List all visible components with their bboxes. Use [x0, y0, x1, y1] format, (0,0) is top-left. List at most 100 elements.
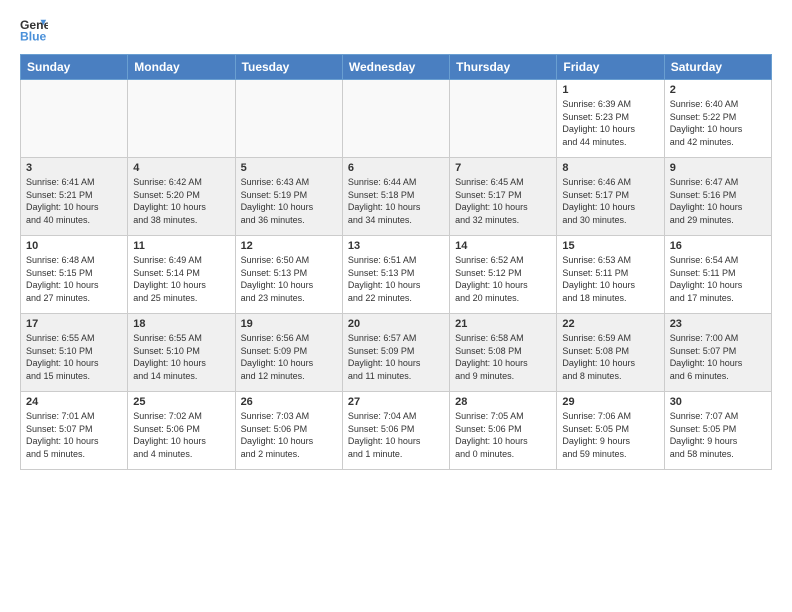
day-info: Sunrise: 6:56 AM Sunset: 5:09 PM Dayligh… [241, 332, 337, 382]
calendar-cell: 3 Sunrise: 6:41 AM Sunset: 5:21 PM Daylig… [21, 158, 128, 236]
calendar-cell: 29 Sunrise: 7:06 AM Sunset: 5:05 PM Dayli… [557, 392, 664, 470]
calendar-cell: 28 Sunrise: 7:05 AM Sunset: 5:06 PM Dayli… [450, 392, 557, 470]
day-info: Sunrise: 6:44 AM Sunset: 5:18 PM Dayligh… [348, 176, 444, 226]
day-number: 21 [455, 318, 551, 330]
day-number: 29 [562, 396, 658, 408]
day-info: Sunrise: 7:07 AM Sunset: 5:05 PM Dayligh… [670, 410, 766, 460]
calendar-cell: 7Sunrise: 6:45 AM Sunset: 5:17 PM Daylig… [450, 158, 557, 236]
calendar-cell: 11 Sunrise: 6:49 AM Sunset: 5:14 PM Dayli… [128, 236, 235, 314]
weekday-header-wednesday: Wednesday [342, 55, 449, 80]
calendar-cell: 19 Sunrise: 6:56 AM Sunset: 5:09 PM Dayli… [235, 314, 342, 392]
calendar-table: SundayMondayTuesdayWednesdayThursdayFrid… [20, 54, 772, 470]
day-info: Sunrise: 6:40 AM Sunset: 5:22 PM Dayligh… [670, 98, 766, 148]
day-info: Sunrise: 6:55 AM Sunset: 5:10 PM Dayligh… [26, 332, 122, 382]
calendar-cell: 1Sunrise: 6:39 AM Sunset: 5:23 PM Daylig… [557, 80, 664, 158]
day-number: 24 [26, 396, 122, 408]
calendar-cell: 27 Sunrise: 7:04 AM Sunset: 5:06 PM Dayli… [342, 392, 449, 470]
calendar-cell: 30 Sunrise: 7:07 AM Sunset: 5:05 PM Dayli… [664, 392, 771, 470]
day-info: Sunrise: 7:02 AM Sunset: 5:06 PM Dayligh… [133, 410, 229, 460]
calendar-cell: 12 Sunrise: 6:50 AM Sunset: 5:13 PM Dayli… [235, 236, 342, 314]
day-info: Sunrise: 6:59 AM Sunset: 5:08 PM Dayligh… [562, 332, 658, 382]
day-info: Sunrise: 6:49 AM Sunset: 5:14 PM Dayligh… [133, 254, 229, 304]
day-info: Sunrise: 6:41 AM Sunset: 5:21 PM Dayligh… [26, 176, 122, 226]
calendar-cell: 13 Sunrise: 6:51 AM Sunset: 5:13 PM Dayli… [342, 236, 449, 314]
calendar-cell: 23 Sunrise: 7:00 AM Sunset: 5:07 PM Dayli… [664, 314, 771, 392]
day-number: 5 [241, 162, 337, 174]
logo: General Blue [20, 16, 48, 44]
day-info: Sunrise: 6:42 AM Sunset: 5:20 PM Dayligh… [133, 176, 229, 226]
day-number: 10 [26, 240, 122, 252]
day-info: Sunrise: 6:43 AM Sunset: 5:19 PM Dayligh… [241, 176, 337, 226]
day-number: 27 [348, 396, 444, 408]
day-number: 14 [455, 240, 551, 252]
day-number: 12 [241, 240, 337, 252]
calendar-cell: 16Sunrise: 6:54 AM Sunset: 5:11 PM Dayli… [664, 236, 771, 314]
day-number: 6 [348, 162, 444, 174]
weekday-header-thursday: Thursday [450, 55, 557, 80]
day-number: 30 [670, 396, 766, 408]
weekday-header-saturday: Saturday [664, 55, 771, 80]
calendar-cell: 22 Sunrise: 6:59 AM Sunset: 5:08 PM Dayli… [557, 314, 664, 392]
day-number: 3 [26, 162, 122, 174]
day-info: Sunrise: 6:50 AM Sunset: 5:13 PM Dayligh… [241, 254, 337, 304]
calendar-cell: 4 Sunrise: 6:42 AM Sunset: 5:20 PM Daylig… [128, 158, 235, 236]
calendar-cell: 18 Sunrise: 6:55 AM Sunset: 5:10 PM Dayli… [128, 314, 235, 392]
day-info: Sunrise: 6:55 AM Sunset: 5:10 PM Dayligh… [133, 332, 229, 382]
day-number: 22 [562, 318, 658, 330]
day-info: Sunrise: 6:45 AM Sunset: 5:17 PM Dayligh… [455, 176, 551, 226]
day-info: Sunrise: 6:48 AM Sunset: 5:15 PM Dayligh… [26, 254, 122, 304]
day-info: Sunrise: 7:00 AM Sunset: 5:07 PM Dayligh… [670, 332, 766, 382]
day-number: 28 [455, 396, 551, 408]
day-number: 15 [562, 240, 658, 252]
day-number: 11 [133, 240, 229, 252]
day-info: Sunrise: 7:03 AM Sunset: 5:06 PM Dayligh… [241, 410, 337, 460]
weekday-header-monday: Monday [128, 55, 235, 80]
day-number: 26 [241, 396, 337, 408]
day-number: 4 [133, 162, 229, 174]
day-info: Sunrise: 6:52 AM Sunset: 5:12 PM Dayligh… [455, 254, 551, 304]
day-info: Sunrise: 6:53 AM Sunset: 5:11 PM Dayligh… [562, 254, 658, 304]
svg-text:Blue: Blue [20, 29, 47, 43]
calendar-cell: 21 Sunrise: 6:58 AM Sunset: 5:08 PM Dayli… [450, 314, 557, 392]
day-number: 16 [670, 240, 766, 252]
calendar-cell: 9 Sunrise: 6:47 AM Sunset: 5:16 PM Daylig… [664, 158, 771, 236]
weekday-header-sunday: Sunday [21, 55, 128, 80]
day-number: 25 [133, 396, 229, 408]
day-number: 2 [670, 84, 766, 96]
calendar-cell: 25 Sunrise: 7:02 AM Sunset: 5:06 PM Dayli… [128, 392, 235, 470]
day-number: 17 [26, 318, 122, 330]
calendar-cell [235, 80, 342, 158]
day-number: 23 [670, 318, 766, 330]
logo-icon: General Blue [20, 16, 48, 44]
calendar-cell: 15 Sunrise: 6:53 AM Sunset: 5:11 PM Dayli… [557, 236, 664, 314]
calendar-cell [342, 80, 449, 158]
day-number: 18 [133, 318, 229, 330]
day-number: 8 [562, 162, 658, 174]
day-info: Sunrise: 7:04 AM Sunset: 5:06 PM Dayligh… [348, 410, 444, 460]
day-info: Sunrise: 6:51 AM Sunset: 5:13 PM Dayligh… [348, 254, 444, 304]
page-header: General Blue [20, 16, 772, 44]
day-number: 13 [348, 240, 444, 252]
day-number: 1 [562, 84, 658, 96]
calendar-cell: 20 Sunrise: 6:57 AM Sunset: 5:09 PM Dayli… [342, 314, 449, 392]
calendar-cell: 14 Sunrise: 6:52 AM Sunset: 5:12 PM Dayli… [450, 236, 557, 314]
calendar-cell: 10 Sunrise: 6:48 AM Sunset: 5:15 PM Dayli… [21, 236, 128, 314]
day-info: Sunrise: 7:06 AM Sunset: 5:05 PM Dayligh… [562, 410, 658, 460]
day-info: Sunrise: 6:58 AM Sunset: 5:08 PM Dayligh… [455, 332, 551, 382]
day-info: Sunrise: 7:05 AM Sunset: 5:06 PM Dayligh… [455, 410, 551, 460]
calendar-cell: 26 Sunrise: 7:03 AM Sunset: 5:06 PM Dayli… [235, 392, 342, 470]
day-info: Sunrise: 6:57 AM Sunset: 5:09 PM Dayligh… [348, 332, 444, 382]
day-info: Sunrise: 6:47 AM Sunset: 5:16 PM Dayligh… [670, 176, 766, 226]
calendar-cell: 8Sunrise: 6:46 AM Sunset: 5:17 PM Daylig… [557, 158, 664, 236]
day-number: 9 [670, 162, 766, 174]
day-info: Sunrise: 7:01 AM Sunset: 5:07 PM Dayligh… [26, 410, 122, 460]
calendar-cell [21, 80, 128, 158]
day-number: 20 [348, 318, 444, 330]
weekday-header-tuesday: Tuesday [235, 55, 342, 80]
day-number: 19 [241, 318, 337, 330]
weekday-header-friday: Friday [557, 55, 664, 80]
calendar-cell: 17 Sunrise: 6:55 AM Sunset: 5:10 PM Dayli… [21, 314, 128, 392]
calendar-cell: 24 Sunrise: 7:01 AM Sunset: 5:07 PM Dayli… [21, 392, 128, 470]
calendar-cell: 2 Sunrise: 6:40 AM Sunset: 5:22 PM Daylig… [664, 80, 771, 158]
calendar-cell [128, 80, 235, 158]
